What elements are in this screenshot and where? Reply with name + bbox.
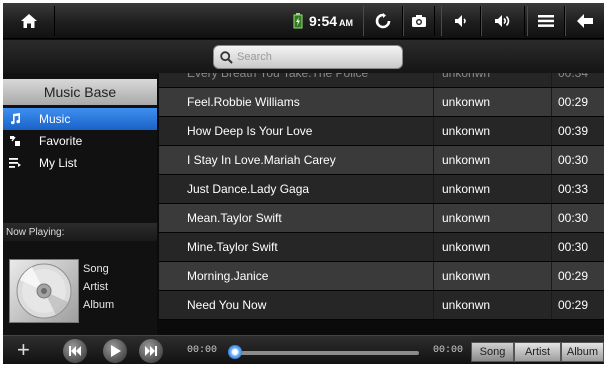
back-arrow-icon [577, 14, 593, 28]
track-list: Every Breath You Take.The Police unkonwn 0… [159, 73, 604, 335]
refresh-icon [375, 13, 391, 29]
home-button[interactable] [3, 6, 55, 36]
library-title: Music Base [3, 79, 157, 105]
track-duration: 00:29 [551, 88, 604, 116]
screenshot-button[interactable] [403, 6, 435, 36]
play-button[interactable] [103, 339, 127, 363]
track-artist: unkonwn [433, 146, 551, 174]
track-duration: 00:33 [551, 175, 604, 203]
current-time: 00:00 [187, 345, 218, 356]
menu-button[interactable] [527, 6, 565, 36]
track-duration: 00:29 [551, 262, 604, 290]
track-row[interactable]: Mean.Taylor Swift unkonwn 00:30 [159, 204, 604, 233]
track-title: Need You Now [187, 298, 267, 312]
track-title: Every Breath You Take.The Police [187, 73, 369, 80]
track-artist: unkonwn [433, 175, 551, 203]
track-row[interactable]: Mine.Taylor Swift unkonwn 00:30 [159, 233, 604, 262]
now-playing-album: Album [83, 299, 115, 311]
sidebar-item-label: My List [39, 156, 78, 170]
sidebar-item-label: Music [39, 112, 71, 126]
volume-up-button[interactable] [481, 6, 525, 36]
sidebar-item-music[interactable]: Music [3, 108, 157, 130]
track-duration: 00:39 [551, 117, 604, 145]
track-row[interactable]: Every Breath You Take.The Police unkonwn 0… [159, 73, 604, 88]
add-button[interactable]: + [17, 337, 30, 363]
skip-next-icon [145, 346, 157, 356]
track-title: Morning.Janice [187, 269, 269, 283]
search-icon [220, 50, 233, 64]
track-artist: unkonwn [433, 117, 551, 145]
track-title: How Deep Is Your Love [187, 124, 313, 138]
sidebar-item-favorite[interactable]: Favorite [3, 130, 157, 152]
battery-charging-icon [293, 13, 303, 29]
search-field[interactable] [213, 45, 403, 69]
menu-icon [538, 15, 554, 27]
volume-down-button[interactable] [441, 6, 481, 36]
tab-song[interactable]: Song [471, 342, 514, 362]
track-artist: unkonwn [433, 291, 551, 319]
sort-tabs: Song Artist Album [471, 342, 604, 362]
track-row[interactable]: I Stay In Love.Mariah Carey unkonwn 00:30 [159, 146, 604, 175]
track-artist: unkonwn [433, 233, 551, 261]
total-time: 00:00 [433, 345, 464, 356]
music-note-icon [3, 113, 39, 125]
search-input[interactable] [237, 51, 397, 63]
track-duration: 00:30 [551, 204, 604, 232]
track-title: I Stay In Love.Mariah Carey [187, 153, 336, 167]
track-artist: unkonwn [433, 73, 551, 87]
track-title: Mine.Taylor Swift [187, 240, 278, 254]
sidebar-item-my-list[interactable]: My List [3, 152, 157, 174]
seek-bar[interactable] [229, 351, 419, 355]
tab-album[interactable]: Album [561, 342, 604, 362]
home-icon [20, 14, 37, 28]
track-title: Feel.Robbie Williams [187, 95, 300, 109]
previous-button[interactable] [63, 339, 87, 363]
track-row[interactable]: How Deep Is Your Love unkonwn 00:39 [159, 117, 604, 146]
track-artist: unkonwn [433, 204, 551, 232]
music-app-window: 9:54 AM Search Music Base Music Favorite… [3, 3, 604, 364]
seek-handle[interactable] [227, 345, 242, 359]
now-playing-artist: Artist [83, 281, 109, 293]
next-button[interactable] [139, 339, 163, 363]
search-bar [3, 40, 604, 73]
clock: 9:54 AM [293, 10, 353, 32]
tab-artist[interactable]: Artist [514, 342, 561, 362]
clock-ampm: AM [339, 18, 354, 28]
volume-up-icon [495, 15, 510, 27]
track-title: Mean.Taylor Swift [187, 211, 282, 225]
volume-down-icon [455, 15, 466, 27]
album-art [9, 259, 79, 323]
track-row[interactable]: Morning.Janice unkonwn 00:29 [159, 262, 604, 291]
track-duration: 00:34 [551, 73, 604, 87]
library-sidebar: Music Base Music Favorite My List Now Pl… [3, 73, 157, 335]
status-bar: 9:54 AM [3, 3, 604, 39]
clock-time: 9:54 [309, 13, 338, 29]
back-button[interactable] [565, 6, 604, 36]
track-row[interactable]: Just Dance.Lady Gaga unkonwn 00:33 [159, 175, 604, 204]
cd-icon [16, 263, 72, 319]
camera-icon [412, 15, 426, 27]
skip-previous-icon [69, 346, 81, 356]
now-playing-song: Song [83, 263, 109, 275]
player-controls: + 00:00 00:00 Song Artist Album [3, 335, 604, 364]
now-playing-label: Now Playing: [3, 223, 157, 241]
refresh-button[interactable] [363, 6, 403, 36]
track-artist: unkonwn [433, 262, 551, 290]
track-duration: 00:30 [551, 146, 604, 174]
track-duration: 00:29 [551, 291, 604, 319]
play-icon [110, 345, 121, 357]
favorite-icon [3, 135, 39, 147]
playlist-icon [3, 157, 39, 169]
track-duration: 00:30 [551, 233, 604, 261]
track-title: Just Dance.Lady Gaga [187, 182, 310, 196]
track-row[interactable]: Need You Now unkonwn 00:29 [159, 291, 604, 320]
sidebar-item-label: Favorite [39, 134, 83, 148]
track-artist: unkonwn [433, 88, 551, 116]
track-row[interactable]: Feel.Robbie Williams unkonwn 00:29 [159, 88, 604, 117]
